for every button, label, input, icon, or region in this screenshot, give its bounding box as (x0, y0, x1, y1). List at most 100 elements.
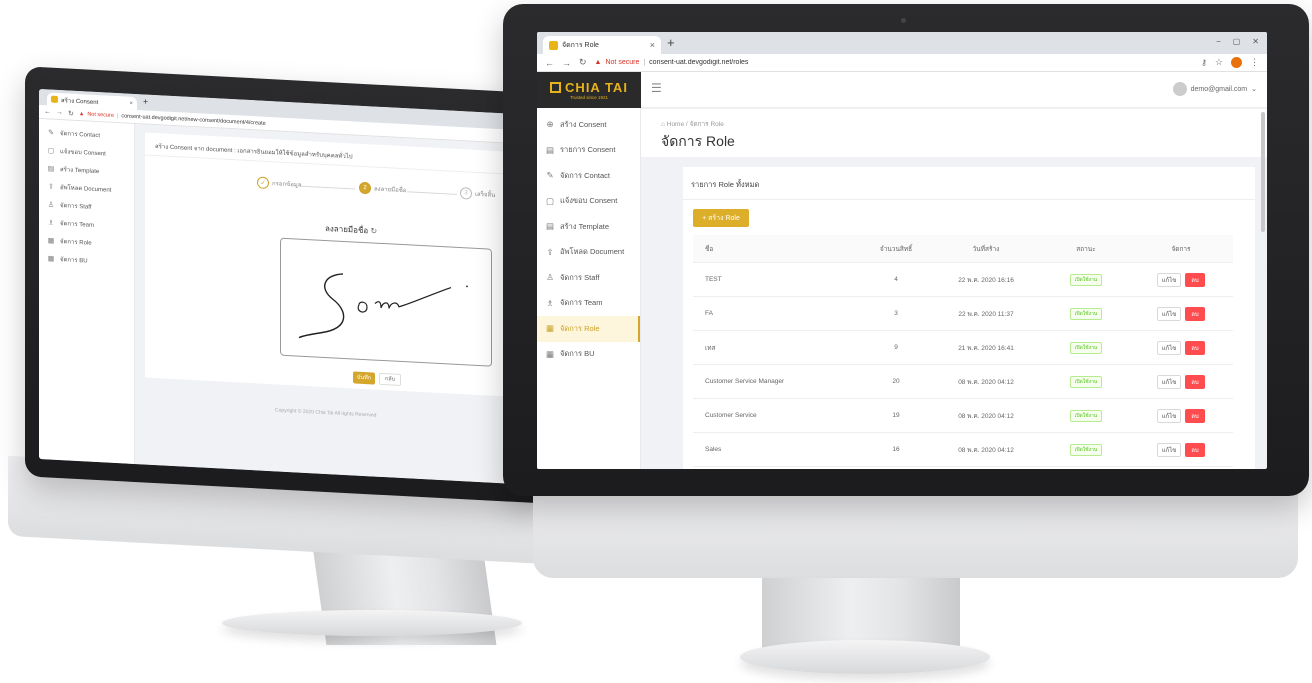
browser-tab[interactable]: จัดการ Role × (543, 36, 661, 54)
delete-button[interactable]: ลบ (1185, 408, 1205, 423)
actions-cell: แก้ไข ลบ (1131, 442, 1231, 457)
sidebar-item-label: จัดการ Staff (60, 203, 92, 211)
delete-button[interactable]: ลบ (1185, 374, 1205, 389)
address-bar[interactable]: ▲ Not secure | consent-uat.devgodigit.ne… (595, 59, 1194, 66)
sidebar-item-label: จัดการ Staff (560, 272, 600, 282)
left-screen: สร้าง Consent × + ← → ↻ ▲ Not secure | c… (39, 88, 550, 486)
role-icon: ▦ (47, 237, 55, 245)
back-icon[interactable]: ← (44, 108, 51, 115)
url-separator: | (116, 112, 119, 119)
user-icon: ♙ (47, 201, 55, 209)
signature-pad[interactable] (280, 237, 492, 367)
delete-button[interactable]: ลบ (1185, 306, 1205, 321)
right-screen: จัดการ Role × + − ▢ ✕ ← → ↻ ▲ Not secure… (537, 32, 1267, 469)
sidebar-item-list[interactable]: ▤ รายการ Consent (537, 138, 640, 164)
new-tab-icon[interactable]: + (667, 35, 675, 50)
status-cell: เปิดใช้งาน (1041, 443, 1131, 456)
delete-button[interactable]: ลบ (1185, 442, 1205, 457)
sidebar-item-user[interactable]: ♙ จัดการ Staff (537, 265, 640, 291)
key-icon[interactable]: ⚷ (1201, 58, 1207, 67)
forward-icon[interactable]: → (56, 109, 63, 116)
user-email: demo@gmail.com (1190, 85, 1248, 93)
edit-button[interactable]: แก้ไข (1157, 340, 1181, 355)
sidebar-item-upload[interactable]: ⇪ อัพโหลด Document (537, 240, 640, 266)
signature-title-text: ลงลายมือชื่อ (325, 223, 369, 236)
breadcrumb-current: จัดการ Role (689, 121, 724, 128)
status-badge: เปิดใช้งาน (1069, 341, 1103, 354)
sidebar-item-bu[interactable]: ▦ จัดการ BU (537, 342, 640, 368)
role-date: 08 พ.ค. 2020 04:12 (958, 412, 1014, 420)
role-count: 19 (892, 412, 900, 419)
breadcrumb-home[interactable]: Home (667, 121, 684, 128)
profile-icon[interactable] (1231, 57, 1242, 68)
table-row: Customer Service Manager 20 08 พ.ค. 2020 0… (693, 365, 1233, 399)
delete-button[interactable]: ลบ (1185, 272, 1205, 287)
role-date: 08 พ.ค. 2020 04:12 (958, 378, 1014, 386)
back-icon[interactable]: ← (545, 58, 554, 68)
avatar-icon (1172, 82, 1187, 96)
tab-close-icon[interactable]: × (129, 100, 133, 106)
window-close-icon[interactable]: ✕ (1252, 37, 1259, 46)
edit-button[interactable]: แก้ไข (1157, 306, 1181, 321)
new-tab-icon[interactable]: + (143, 96, 148, 106)
sidebar-item-template[interactable]: ▤ สร้าง Template (537, 214, 640, 240)
step-2-marker: 2 (359, 181, 371, 195)
role-name: Sales (705, 446, 722, 453)
sidebar-item-doc[interactable]: ▢ แจ้งขอบ Consent (537, 189, 640, 215)
breadcrumb: ⌂ Home / จัดการ Role (661, 119, 724, 129)
sidebar-item-team[interactable]: ♗ จัดการ Team (537, 291, 640, 317)
sidebar-item-role[interactable]: ▦ จัดการ Role (537, 316, 640, 342)
edit-button[interactable]: แก้ไข (1157, 442, 1181, 457)
role-name: TEST (705, 276, 722, 283)
status-badge: เปิดใช้งาน (1069, 409, 1103, 422)
favicon-icon (51, 95, 58, 103)
edit-button[interactable]: แก้ไข (1157, 374, 1181, 389)
tab-title: จัดการ Role (562, 41, 599, 49)
star-icon[interactable]: ☆ (1215, 57, 1223, 68)
refresh-icon[interactable]: ↻ (370, 226, 377, 235)
scrollbar[interactable] (1261, 112, 1265, 232)
status-badge: เปิดใช้งาน (1069, 307, 1103, 320)
sidebar-item-bu[interactable]: ▦ จัดการ BU (39, 249, 134, 272)
tab-close-icon[interactable]: × (650, 40, 655, 50)
menu-toggle-icon[interactable]: ☰ (651, 81, 662, 95)
reload-icon[interactable]: ↻ (68, 109, 74, 117)
edit-button[interactable]: แก้ไข (1157, 408, 1181, 423)
step-label: ลงลายมือชื่อ (374, 186, 407, 195)
back-button[interactable]: กลับ (379, 372, 401, 386)
role-icon: ▦ (545, 323, 555, 334)
upload-icon: ⇪ (48, 183, 54, 191)
edit-button[interactable]: แก้ไข (1157, 272, 1181, 287)
status-cell: เปิดใช้งาน (1041, 273, 1131, 286)
page-title: จัดการ Role (661, 133, 735, 149)
template-icon: ▤ (545, 221, 555, 232)
plus-circle-icon: ⊕ (546, 119, 554, 130)
minimize-icon[interactable]: − (1216, 37, 1221, 46)
sidebar-item-edit[interactable]: ✎ จัดการ Contact (537, 163, 640, 189)
reload-icon[interactable]: ↻ (579, 57, 587, 68)
user-menu[interactable]: demo@gmail.com ⌄ (1172, 82, 1257, 96)
logo: CHIA TAI Trusted since 1921 (537, 72, 641, 108)
column-header: วันที่สร้าง (972, 245, 1000, 253)
actions-cell: แก้ไข ลบ (1131, 272, 1231, 287)
warning-icon: ▲ (594, 59, 602, 66)
edit-icon: ✎ (48, 129, 54, 137)
menu-dots-icon[interactable]: ⋮ (1250, 57, 1259, 68)
sidebar-item-plus-circle[interactable]: ⊕ สร้าง Consent (537, 112, 640, 138)
user-icon: ♙ (546, 272, 554, 283)
delete-button[interactable]: ลบ (1185, 340, 1205, 355)
list-icon: ▤ (545, 144, 555, 155)
status-badge: เปิดใช้งาน (1069, 375, 1103, 388)
actions-cell: แก้ไข ลบ (1131, 374, 1231, 389)
save-button[interactable]: บันทึก (353, 371, 375, 385)
sidebar-item-label: อัพโหลด Document (560, 247, 625, 257)
create-role-button[interactable]: + สร้าง Role (693, 209, 749, 227)
home-icon: ⌂ (661, 121, 665, 128)
chevron-down-icon: ⌄ (1251, 86, 1257, 93)
status-cell: เปิดใช้งาน (1041, 341, 1131, 354)
role-date: 21 พ.ค. 2020 16:41 (958, 344, 1014, 352)
maximize-icon[interactable]: ▢ (1233, 37, 1241, 46)
left-sidebar: ✎ จัดการ Contact ▢ แจ้งขอบ Consent ▤ สร้าง Te… (39, 118, 135, 465)
actions-cell: แก้ไข ลบ (1131, 340, 1231, 355)
forward-icon[interactable]: → (562, 58, 571, 68)
